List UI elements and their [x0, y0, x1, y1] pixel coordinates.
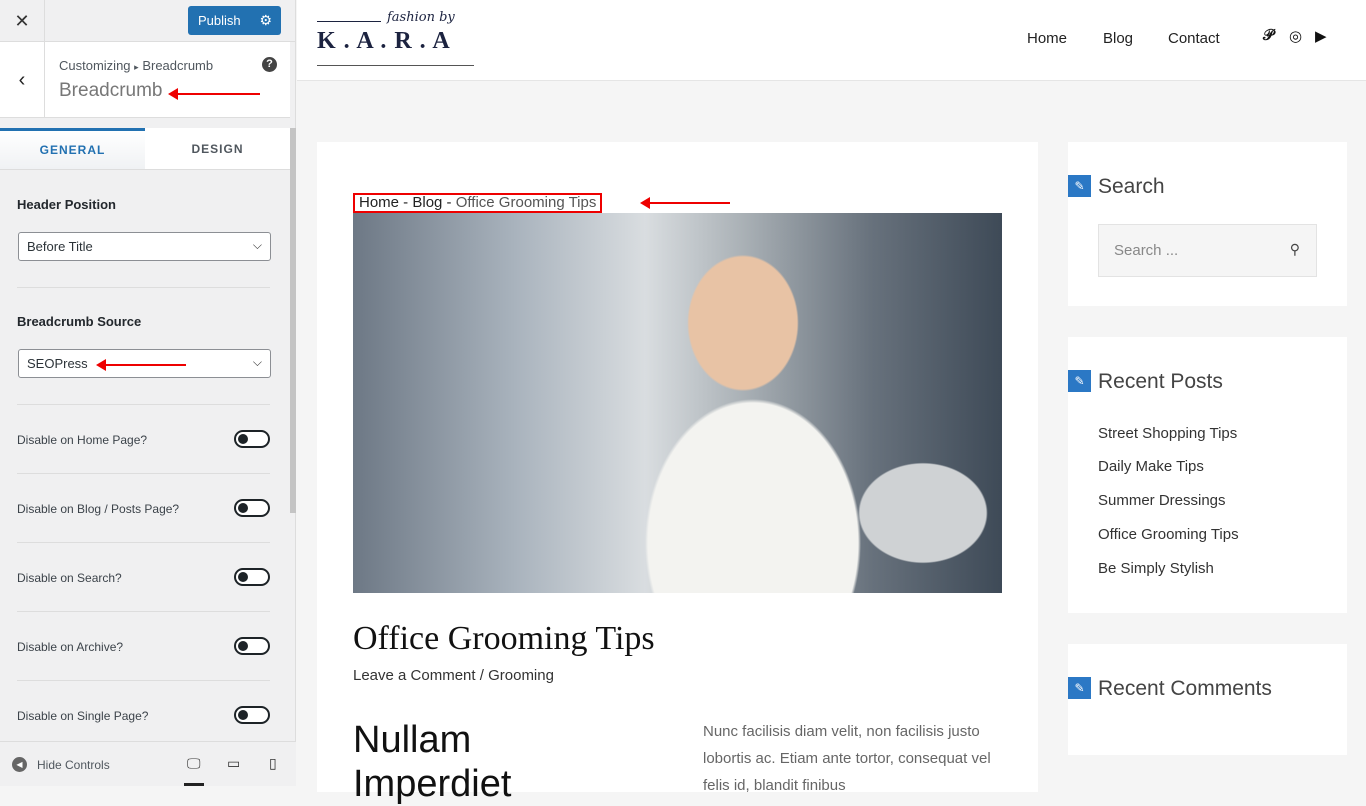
tab-general[interactable]: GENERAL: [0, 128, 145, 169]
breadcrumb-current: Office Grooming Tips: [455, 194, 597, 211]
toggle-label: Disable on Blog / Posts Page?: [17, 502, 180, 516]
section-header: ‹ Customizing ▸ Breadcrumb Breadcrumb ?: [0, 42, 290, 118]
customizer-panel: ✕ Publish ⚙ ‹ Customizing ▸ Breadcrumb Br…: [0, 0, 296, 786]
site-breadcrumb: Home - Blog - Office Grooming Tips: [353, 193, 603, 213]
toggle-switch[interactable]: [234, 568, 270, 586]
scrollbar[interactable]: [290, 128, 296, 513]
category-link[interactable]: Grooming: [488, 667, 554, 684]
content-paragraph: Nunc facilisis diam velit, non facilisis…: [703, 723, 991, 794]
header-position-label: Header Position: [17, 197, 116, 212]
crumb-root: Customizing: [59, 58, 131, 73]
featured-image: [353, 213, 1002, 593]
post-meta: Leave a Comment / Grooming: [353, 667, 554, 684]
toggle-row-blog: Disable on Blog / Posts Page?: [17, 499, 270, 517]
recent-post-link[interactable]: Daily Make Tips: [1098, 458, 1204, 475]
search-placeholder: Search ...: [1114, 242, 1179, 259]
site-header: fashion by K . A . R . A Home Blog Conta…: [297, 0, 1366, 81]
toggle-row-archive: Disable on Archive?: [17, 637, 270, 655]
pinterest-icon[interactable]: 𝒫: [1263, 27, 1274, 44]
pencil-icon[interactable]: ✎: [1068, 370, 1091, 392]
tab-bar: GENERAL DESIGN: [0, 128, 290, 170]
divider: [17, 611, 270, 612]
nav-blog[interactable]: Blog: [1103, 30, 1133, 47]
divider: [17, 287, 270, 288]
nav-home[interactable]: Home: [1027, 30, 1067, 47]
pencil-icon[interactable]: ✎: [1068, 175, 1091, 197]
section-title: Breadcrumb: [59, 80, 163, 101]
recent-post-link[interactable]: Street Shopping Tips: [1098, 425, 1237, 442]
hide-controls-button[interactable]: Hide Controls: [37, 758, 110, 772]
search-widget-title: Search: [1098, 175, 1165, 198]
toggle-row-single: Disable on Single Page?: [17, 706, 270, 724]
instagram-icon[interactable]: ◎: [1289, 27, 1302, 45]
annotation-arrow: [168, 88, 260, 100]
toggle-label: Disable on Single Page?: [17, 709, 149, 723]
logo-name: K . A . R . A: [317, 28, 451, 54]
annotation-arrow: [640, 197, 730, 209]
hide-controls-icon[interactable]: ◀: [12, 757, 27, 772]
bottom-bar: ◀ Hide Controls 🖵 ▭ ▯: [0, 741, 296, 786]
divider: [17, 404, 270, 405]
nav-contact[interactable]: Contact: [1168, 30, 1220, 47]
leave-comment-link[interactable]: Leave a Comment: [353, 667, 476, 684]
desktop-icon[interactable]: 🖵: [184, 755, 204, 786]
close-icon[interactable]: ✕: [0, 0, 45, 42]
chevron-down-icon: ⌵: [252, 238, 262, 252]
back-icon[interactable]: ‹: [0, 42, 45, 118]
search-input[interactable]: Search ... ⚲: [1098, 224, 1317, 277]
toggle-label: Disable on Search?: [17, 571, 122, 585]
crumb-current: Breadcrumb: [142, 58, 214, 73]
recent-post-link[interactable]: Office Grooming Tips: [1098, 526, 1239, 543]
youtube-icon[interactable]: ▶: [1315, 27, 1327, 45]
divider: [17, 680, 270, 681]
divider: [17, 473, 270, 474]
help-icon[interactable]: ?: [262, 57, 277, 72]
divider: [17, 542, 270, 543]
crumb-sep: ▸: [134, 62, 139, 72]
breadcrumb-sep: -: [399, 194, 413, 211]
post-title: Office Grooming Tips: [353, 620, 655, 657]
tablet-icon[interactable]: ▭: [227, 755, 240, 772]
breadcrumb-source-value: SEOPress: [27, 356, 88, 371]
header-position-value: Before Title: [27, 239, 93, 254]
toggle-label: Disable on Home Page?: [17, 433, 148, 447]
toggle-label: Disable on Archive?: [17, 640, 124, 654]
publish-label: Publish: [198, 13, 241, 28]
toggle-row-home: Disable on Home Page?: [17, 430, 270, 448]
recent-comments-title: Recent Comments: [1098, 677, 1272, 700]
site-logo[interactable]: fashion by K . A . R . A: [317, 10, 475, 68]
toggle-row-search: Disable on Search?: [17, 568, 270, 586]
toggle-switch[interactable]: [234, 430, 270, 448]
breadcrumb-home[interactable]: Home: [359, 194, 399, 211]
customizer-breadcrumb: Customizing ▸ Breadcrumb: [59, 58, 213, 73]
logo-script: fashion by: [387, 10, 455, 25]
breadcrumb-source-label: Breadcrumb Source: [17, 314, 142, 329]
customizer-topbar: ✕ Publish ⚙: [0, 0, 295, 42]
meta-sep: /: [475, 667, 489, 684]
annotation-arrow: [96, 359, 186, 371]
toggle-switch[interactable]: [234, 706, 270, 724]
breadcrumb-sep: -: [442, 194, 456, 211]
breadcrumb-blog[interactable]: Blog: [412, 194, 442, 211]
chevron-down-icon: ⌵: [252, 355, 262, 369]
content-heading: Nullam Imperdiet: [353, 719, 512, 805]
toggle-switch[interactable]: [234, 499, 270, 517]
mobile-icon[interactable]: ▯: [269, 755, 277, 772]
toggle-switch[interactable]: [234, 637, 270, 655]
recent-post-link[interactable]: Be Simply Stylish: [1098, 560, 1214, 577]
publish-button[interactable]: Publish ⚙: [188, 6, 281, 35]
pencil-icon[interactable]: ✎: [1068, 677, 1091, 699]
search-icon[interactable]: ⚲: [1290, 241, 1300, 258]
recent-posts-title: Recent Posts: [1098, 370, 1223, 393]
gear-icon[interactable]: ⚙: [259, 12, 272, 29]
tab-design[interactable]: DESIGN: [145, 128, 290, 169]
header-position-select[interactable]: Before Title ⌵: [18, 232, 271, 261]
recent-post-link[interactable]: Summer Dressings: [1098, 492, 1226, 509]
